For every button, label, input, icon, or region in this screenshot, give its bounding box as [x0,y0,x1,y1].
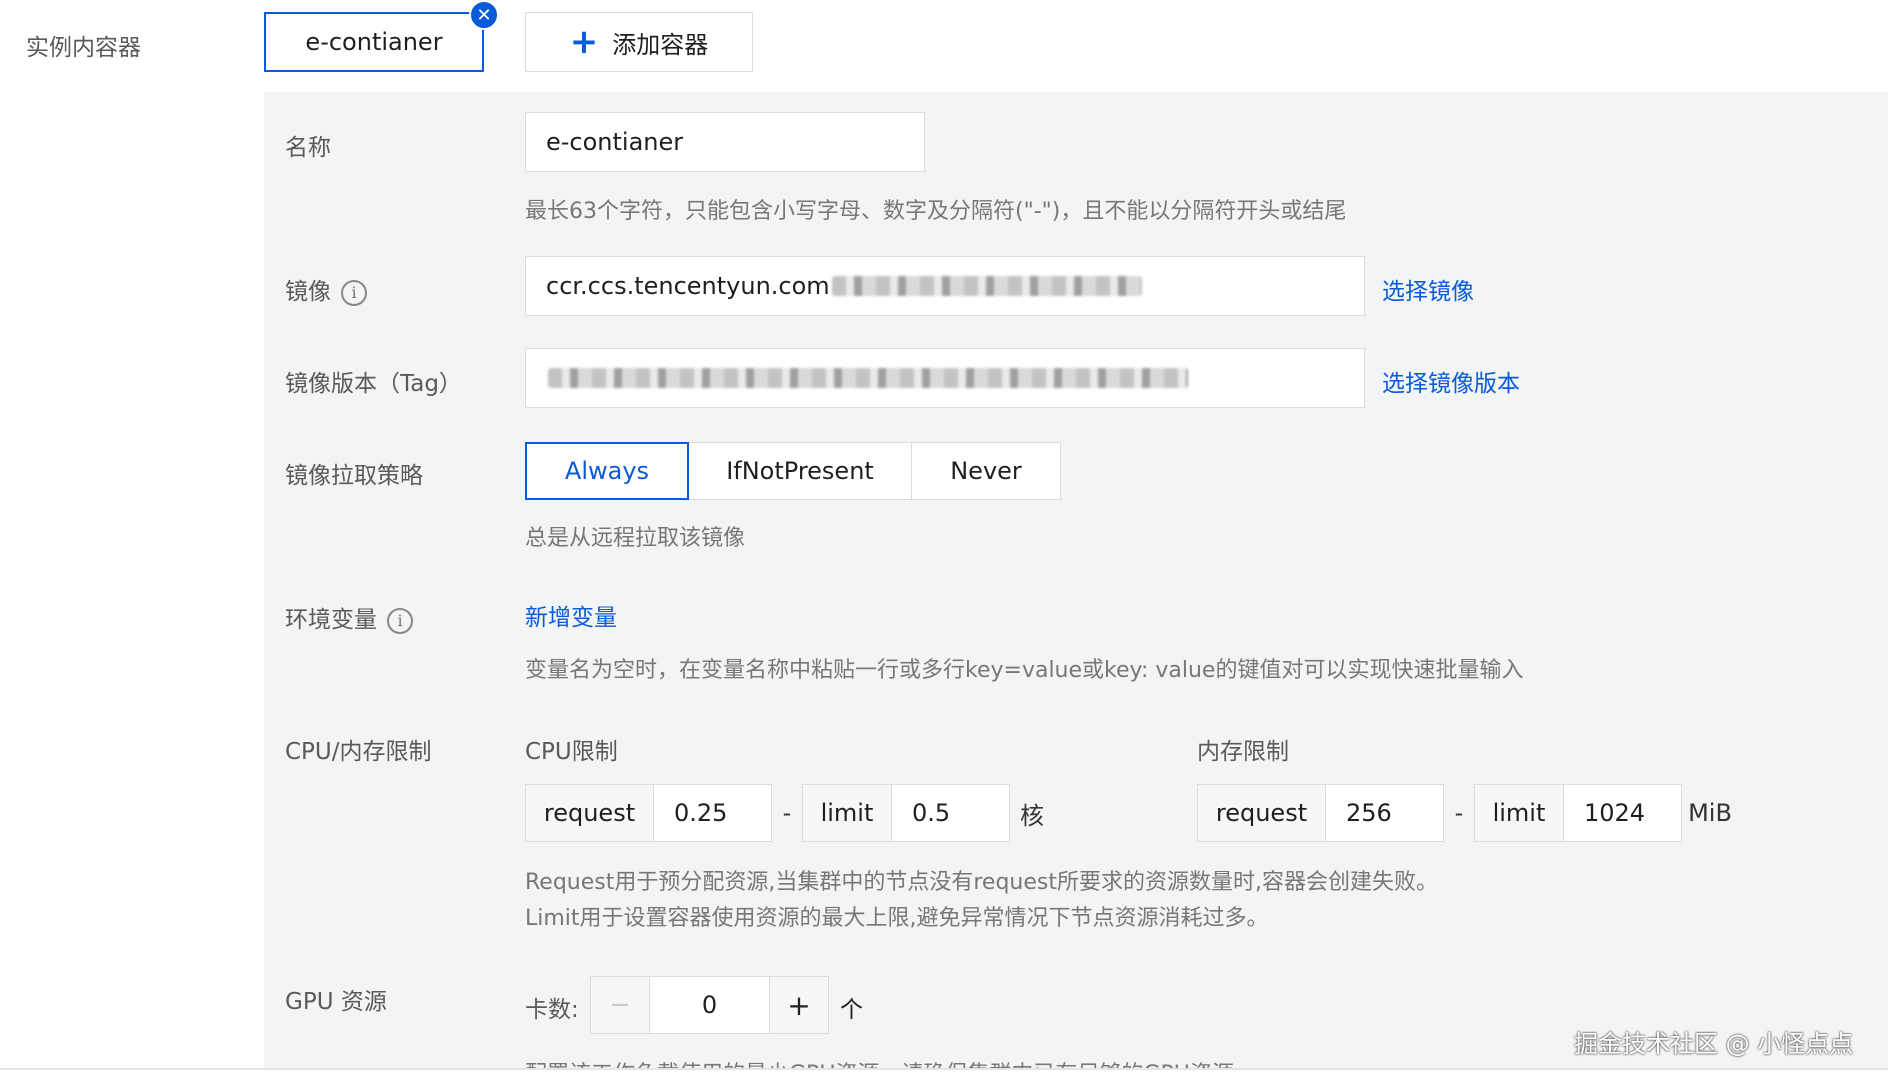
cpu-limit-title: CPU限制 [525,739,618,765]
add-container-button[interactable]: + 添加容器 [525,12,753,72]
select-image-tag-link[interactable]: 选择镜像版本 [1382,364,1520,398]
image-label: 镜像 i [285,272,367,306]
watermark-text: 掘金技术社区 @ 小怪点点 [1574,1030,1854,1058]
pull-policy-hint: 总是从远程拉取该镜像 [525,526,746,551]
gpu-count-input[interactable]: 0 [650,976,769,1034]
range-separator: - [1454,799,1464,827]
gpu-count-label: 卡数: [525,997,579,1023]
select-image-link[interactable]: 选择镜像 [1382,272,1474,306]
redacted-image-path [831,276,1142,296]
cpu-unit: 核 [1020,801,1044,830]
name-input-value: e-contianer [546,128,684,156]
name-label: 名称 [285,135,331,161]
cpu-limit-group: request 0.25 - limit 0.5 核 [525,784,1054,842]
info-icon[interactable]: i [341,279,367,306]
resources-label: CPU/内存限制 [285,739,432,765]
cpu-request-label: request [525,784,654,842]
image-tag-label: 镜像版本（Tag） [285,371,462,397]
name-hint: 最长63个字符，只能包含小写字母、数字及分隔符("-")，且不能以分隔符开头或结… [525,199,1347,224]
container-tab-label: e-contianer [305,28,443,56]
image-input-value: ccr.ccs.tencentyun.com [546,272,830,300]
plus-icon: + [569,22,599,62]
image-tag-input[interactable] [525,348,1365,408]
decrement-button[interactable]: − [590,976,650,1034]
close-icon[interactable]: ✕ [469,0,499,30]
memory-limit-label: limit [1474,784,1564,842]
cpu-request-input[interactable]: 0.25 [654,784,772,842]
add-env-link[interactable]: 新增变量 [525,598,617,632]
memory-unit: MiB [1688,799,1732,827]
increment-button[interactable]: + [769,976,829,1034]
pull-policy-ifnotpresent[interactable]: IfNotPresent [688,442,912,500]
name-input[interactable]: e-contianer [525,112,925,172]
memory-limit-input[interactable]: 1024 [1564,784,1682,842]
memory-request-label: request [1197,784,1326,842]
container-tab[interactable]: e-contianer [264,12,484,72]
cpu-limit-label: limit [802,784,892,842]
memory-request-input[interactable]: 256 [1326,784,1444,842]
gpu-hint: 配置该工作负载使用的最少GPU资源，请确保集群内已有足够的GPU资源 [525,1056,1234,1068]
image-input[interactable]: ccr.ccs.tencentyun.com [525,256,1365,316]
gpu-unit: 个 [840,997,863,1023]
pull-policy-label: 镜像拉取策略 [285,463,423,489]
env-label-text: 环境变量 [285,607,377,633]
resources-hint-limit: Limit用于设置容器使用资源的最大上限,避免异常情况下节点资源消耗过多。 [525,906,1269,931]
cpu-limit-input[interactable]: 0.5 [892,784,1010,842]
env-hint: 变量名为空时，在变量名称中粘贴一行或多行key=value或key: value… [525,658,1524,683]
resources-hint-request: Request用于预分配资源,当集群中的节点没有request所要求的资源数量时… [525,870,1438,895]
image-label-text: 镜像 [285,279,331,305]
range-separator: - [782,799,792,827]
add-container-label: 添加容器 [612,30,709,59]
env-label: 环境变量 i [285,600,413,634]
bottom-divider [0,1068,1888,1070]
memory-limit-group: request 256 - limit 1024 MiB [1197,784,1738,842]
gpu-count-stepper: − 0 + [590,976,829,1034]
redacted-image-tag [548,368,1188,388]
info-icon[interactable]: i [387,607,413,634]
gpu-label: GPU 资源 [285,989,387,1015]
pull-policy-always[interactable]: Always [525,442,689,500]
pull-policy-never[interactable]: Never [911,442,1061,500]
instance-containers-label: 实例内容器 [26,35,141,61]
memory-limit-title: 内存限制 [1197,739,1289,765]
